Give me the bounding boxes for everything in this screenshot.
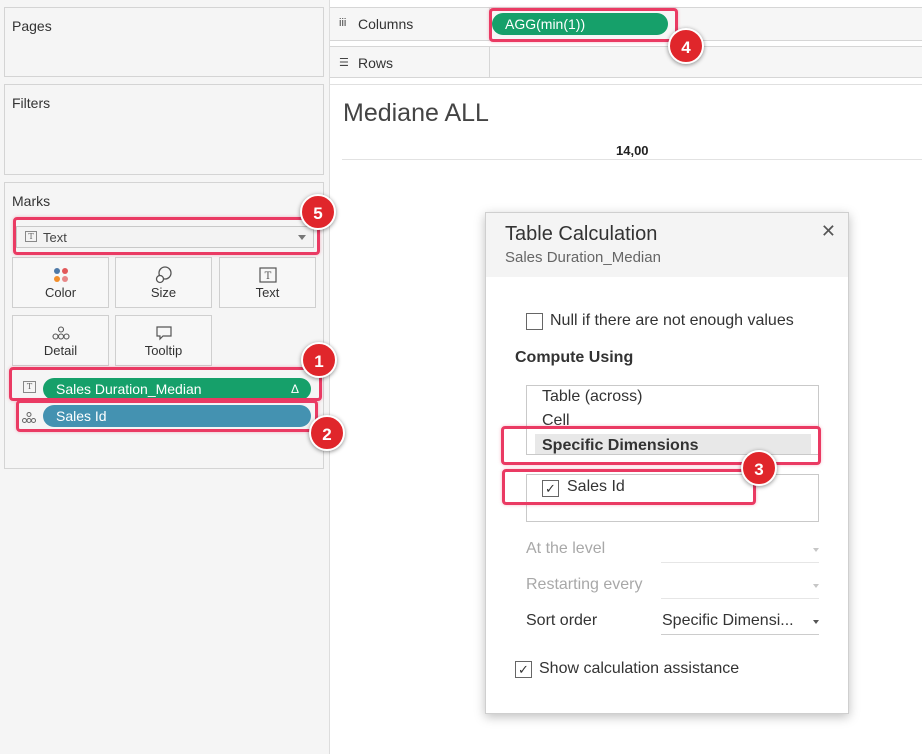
annotation-badge-4: 4: [668, 28, 704, 64]
close-icon[interactable]: ✕: [821, 221, 836, 242]
chevron-down-icon: [813, 548, 819, 552]
null-checkbox-label: Null if there are not enough values: [550, 312, 794, 329]
columns-shelf-label: iii Columns: [330, 8, 490, 40]
chevron-down-icon: [813, 584, 819, 588]
compute-using-label: Compute Using: [515, 349, 634, 366]
chevron-down-icon: [813, 620, 819, 624]
size-label: Size: [150, 285, 177, 300]
null-checkbox[interactable]: [526, 313, 543, 330]
tooltip-bubble-icon: [116, 324, 211, 342]
show-assist-checkbox[interactable]: ✓: [515, 661, 532, 678]
tooltip-label: Tooltip: [144, 343, 183, 358]
sort-order-combo[interactable]: Specific Dimensi...: [661, 609, 819, 635]
text-label: Text: [255, 285, 280, 300]
columns-icon: iii: [339, 17, 347, 29]
rows-label: Rows: [358, 55, 394, 71]
annotation-badge-1: 1: [301, 342, 337, 378]
at-level-label: At the level: [526, 540, 606, 557]
annotation-badge-3: 3: [741, 450, 777, 486]
dialog-header: Table Calculation Sales Duration_Median …: [486, 213, 848, 277]
option-table-across[interactable]: Table (across): [542, 388, 642, 406]
at-level-combo: [661, 537, 819, 563]
highlight-columns-pill: [489, 8, 678, 42]
highlight-sales-id-pill: [16, 400, 318, 432]
detail-label: Detail: [43, 343, 78, 358]
annotation-badge-5: 5: [300, 194, 336, 230]
restarting-combo: [661, 573, 819, 599]
pages-shelf[interactable]: Pages: [4, 7, 324, 77]
highlight-median-pill: [9, 367, 322, 401]
text-button[interactable]: T Text: [219, 257, 316, 308]
restarting-label: Restarting every: [526, 576, 643, 593]
marks-label: Marks: [12, 193, 51, 209]
text-t-icon: T: [220, 266, 315, 284]
pages-label: Pages: [12, 18, 52, 34]
sort-order-label: Sort order: [526, 612, 598, 629]
rows-shelf-label: ☰ Rows: [330, 47, 490, 77]
size-button[interactable]: Size: [115, 257, 212, 308]
color-label: Color: [44, 285, 77, 300]
filters-shelf[interactable]: Filters: [4, 84, 324, 175]
rows-shelf[interactable]: ☰ Rows: [330, 46, 922, 78]
rows-icon: ☰: [339, 57, 349, 69]
color-dots-icon: [13, 266, 108, 284]
tooltip-button[interactable]: Tooltip: [115, 315, 212, 366]
color-button[interactable]: Color: [12, 257, 109, 308]
columns-label: Columns: [358, 16, 414, 32]
dialog-subtitle: Sales Duration_Median: [505, 249, 661, 266]
show-assist-label: Show calculation assistance: [539, 660, 740, 677]
detail-dots-icon: [13, 324, 108, 342]
annotation-badge-2: 2: [309, 415, 345, 451]
highlight-sales-id-dimension: [502, 469, 756, 505]
highlight-mark-type: [13, 217, 320, 255]
svg-text:T: T: [264, 271, 271, 282]
filters-label: Filters: [12, 95, 51, 111]
detail-button[interactable]: Detail: [12, 315, 109, 366]
size-shapes-icon: [116, 266, 211, 284]
sort-order-value: Specific Dimensi...: [662, 612, 794, 629]
view-value: 14,00: [616, 143, 649, 158]
view-title: Mediane ALL: [343, 99, 489, 127]
dialog-title: Table Calculation: [505, 223, 658, 245]
